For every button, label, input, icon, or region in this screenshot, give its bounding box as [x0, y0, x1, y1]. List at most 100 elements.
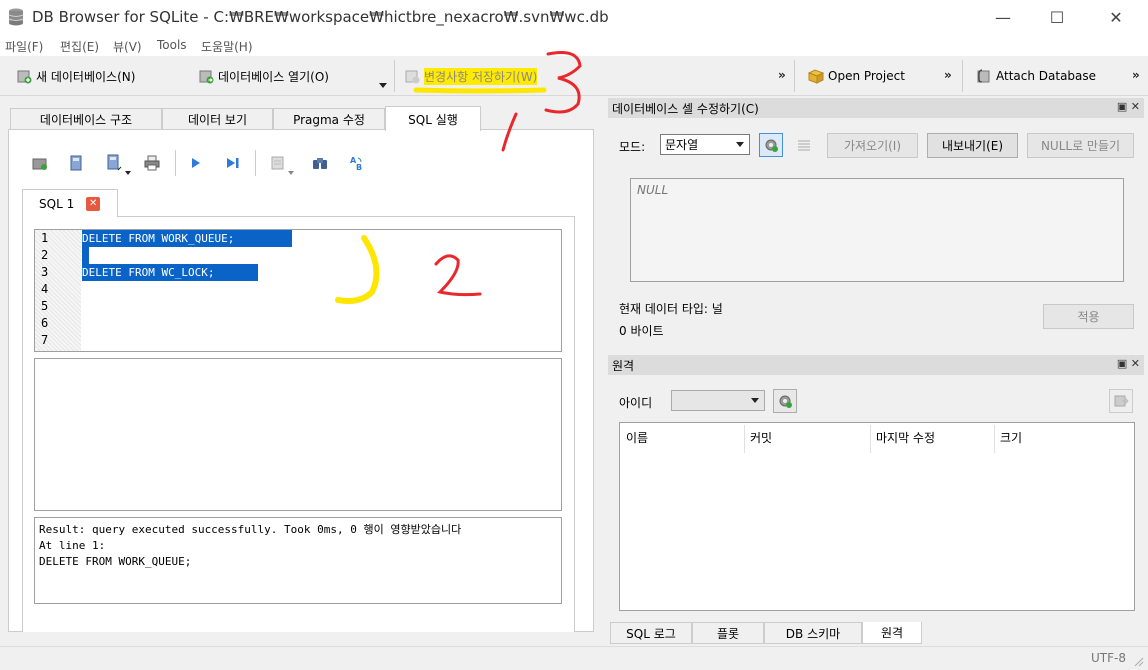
attach-database-label: Attach Database [996, 69, 1097, 83]
line-number: 4 [41, 282, 49, 296]
remote-file-table[interactable]: 이름 커밋 마지막 수정 크기 [619, 422, 1135, 611]
tab-browse-data[interactable]: 데이터 보기 [162, 108, 273, 130]
new-database-icon [17, 70, 32, 84]
code-line-2 [82, 247, 89, 264]
edit-cell-dock-title: 데이터베이스 셀 수정하기(C) ▣ ✕ [608, 98, 1144, 118]
gear-icon [779, 395, 792, 408]
save-sql-file-button[interactable] [103, 152, 125, 174]
chevron-down-icon [736, 142, 744, 147]
replace-icon: AB [350, 156, 362, 171]
mode-label: 모드: [619, 140, 646, 154]
line-number: 7 [41, 333, 49, 347]
menu-tools[interactable]: Tools [157, 38, 187, 52]
main-tabbar: 데이터베이스 구조 데이터 보기 Pragma 수정 SQL 실행 [8, 106, 594, 131]
minimize-button[interactable]: — [980, 0, 1026, 34]
mode-select[interactable]: 문자열 [660, 134, 750, 155]
word-wrap-button[interactable] [793, 135, 815, 157]
menu-file[interactable]: 파일(F) [5, 38, 43, 55]
line-number: 1 [41, 231, 49, 245]
apply-button[interactable]: 적용 [1043, 304, 1134, 329]
save-results-button[interactable] [267, 152, 289, 174]
tab-edit-pragmas[interactable]: Pragma 수정 [273, 108, 385, 130]
open-database-icon [199, 70, 214, 84]
open-database-dropdown-arrow[interactable] [379, 83, 387, 88]
title-bar: DB Browser for SQLite - C:₩BRE₩workspace… [0, 0, 1148, 34]
toolbar-more-button-2[interactable]: » [944, 68, 952, 82]
execute-all-button[interactable] [185, 152, 207, 174]
menu-view[interactable]: 뷰(V) [113, 38, 142, 55]
push-database-button[interactable] [1109, 389, 1133, 413]
identity-label: 아이디 [619, 396, 653, 410]
attach-database-button[interactable]: Attach Database [976, 66, 1096, 86]
tab-database-structure[interactable]: 데이터베이스 구조 [10, 108, 162, 130]
status-bar: UTF-8 [0, 646, 1148, 670]
print-button[interactable] [141, 152, 163, 174]
save-sql-dropdown-arrow[interactable] [125, 171, 131, 175]
execute-line-button[interactable] [222, 152, 244, 174]
write-changes-label: 변경사항 저장하기(W) [424, 67, 538, 85]
save-icon [405, 70, 420, 84]
open-tab-icon [32, 158, 47, 170]
dock-close-icon[interactable]: ✕ [1131, 100, 1140, 113]
code-line-3: DELETE FROM WC_LOCK; [82, 264, 258, 281]
toolbar-more-button-1[interactable]: » [778, 68, 786, 82]
auto-switch-mode-button[interactable] [759, 133, 783, 157]
database-icon [8, 8, 24, 26]
sql-editor[interactable]: 1 2 3 4 5 6 7 DELETE FROM WORK_QUEUE; DE… [34, 229, 562, 352]
tab-sql-log[interactable]: SQL 로그 [610, 622, 692, 644]
chevron-down-icon [751, 398, 759, 403]
play-icon [192, 158, 200, 168]
identity-select[interactable] [671, 390, 765, 411]
edit-cell-dock-label: 데이터베이스 셀 수정하기(C) [612, 101, 759, 116]
column-header-commit[interactable]: 커밋 [750, 429, 772, 446]
tab-remote[interactable]: 원격 [862, 622, 922, 644]
new-database-label: 새 데이터베이스(N) [36, 69, 136, 84]
close-window-button[interactable]: ✕ [1093, 0, 1139, 34]
tab-plot[interactable]: 플롯 [692, 622, 764, 644]
sql-tab-label: SQL 1 [39, 196, 75, 211]
line-number: 5 [41, 299, 49, 313]
dock-float-icon[interactable]: ▣ [1117, 100, 1127, 113]
tab-db-schema[interactable]: DB 스키마 [764, 622, 862, 644]
dock-close-icon[interactable]: ✕ [1131, 357, 1140, 370]
close-tab-icon[interactable]: ✕ [86, 196, 101, 211]
mode-select-value: 문자열 [665, 138, 699, 152]
open-sql-file-button[interactable] [65, 152, 87, 174]
results-grid[interactable] [34, 358, 562, 511]
remote-dock-label: 원격 [612, 358, 635, 373]
open-database-button[interactable]: 데이터베이스 열기(O) [198, 66, 329, 86]
import-button[interactable]: 가져오기(I) [827, 133, 918, 158]
project-icon [808, 69, 824, 84]
open-database-label: 데이터베이스 열기(O) [218, 69, 329, 84]
sql-tab-1[interactable]: SQL 1 ✕ [22, 189, 118, 217]
toolbar-more-button-3[interactable]: » [1132, 68, 1140, 82]
code-line-1: DELETE FROM WORK_QUEUE; [82, 230, 292, 247]
menu-help[interactable]: 도움말(H) [201, 38, 253, 55]
find-replace-button[interactable]: AB [346, 152, 368, 174]
binoculars-icon [313, 158, 327, 169]
save-results-icon [271, 156, 284, 170]
column-header-name[interactable]: 이름 [626, 429, 648, 446]
tab-execute-sql[interactable]: SQL 실행 [385, 106, 481, 131]
identity-settings-button[interactable] [773, 389, 797, 413]
svg-text:B: B [356, 163, 362, 171]
save-results-dropdown-arrow[interactable] [288, 171, 294, 175]
column-header-last-modified[interactable]: 마지막 수정 [876, 429, 935, 446]
open-project-label: Open Project [828, 69, 905, 83]
data-size-label: 0 바이트 [619, 324, 664, 338]
line-number: 2 [41, 248, 49, 262]
find-button[interactable] [309, 152, 331, 174]
column-header-size[interactable]: 크기 [1000, 429, 1022, 446]
menu-edit[interactable]: 편집(E) [60, 38, 99, 55]
open-project-button[interactable]: Open Project [808, 66, 905, 86]
dock-float-icon[interactable]: ▣ [1117, 357, 1127, 370]
maximize-button[interactable]: ☐ [1034, 0, 1080, 34]
open-tab-button[interactable] [29, 152, 51, 174]
resize-grip-icon[interactable] [1132, 655, 1144, 667]
set-null-button[interactable]: NULL로 만들기 [1027, 133, 1134, 158]
new-database-button[interactable]: 새 데이터베이스(N) [16, 66, 135, 86]
write-changes-button[interactable]: 변경사항 저장하기(W) [404, 66, 538, 86]
export-button[interactable]: 내보내기(E) [927, 133, 1018, 158]
cell-value-editor[interactable]: NULL [630, 178, 1124, 282]
remote-dock-title: 원격 ▣ ✕ [608, 355, 1144, 375]
